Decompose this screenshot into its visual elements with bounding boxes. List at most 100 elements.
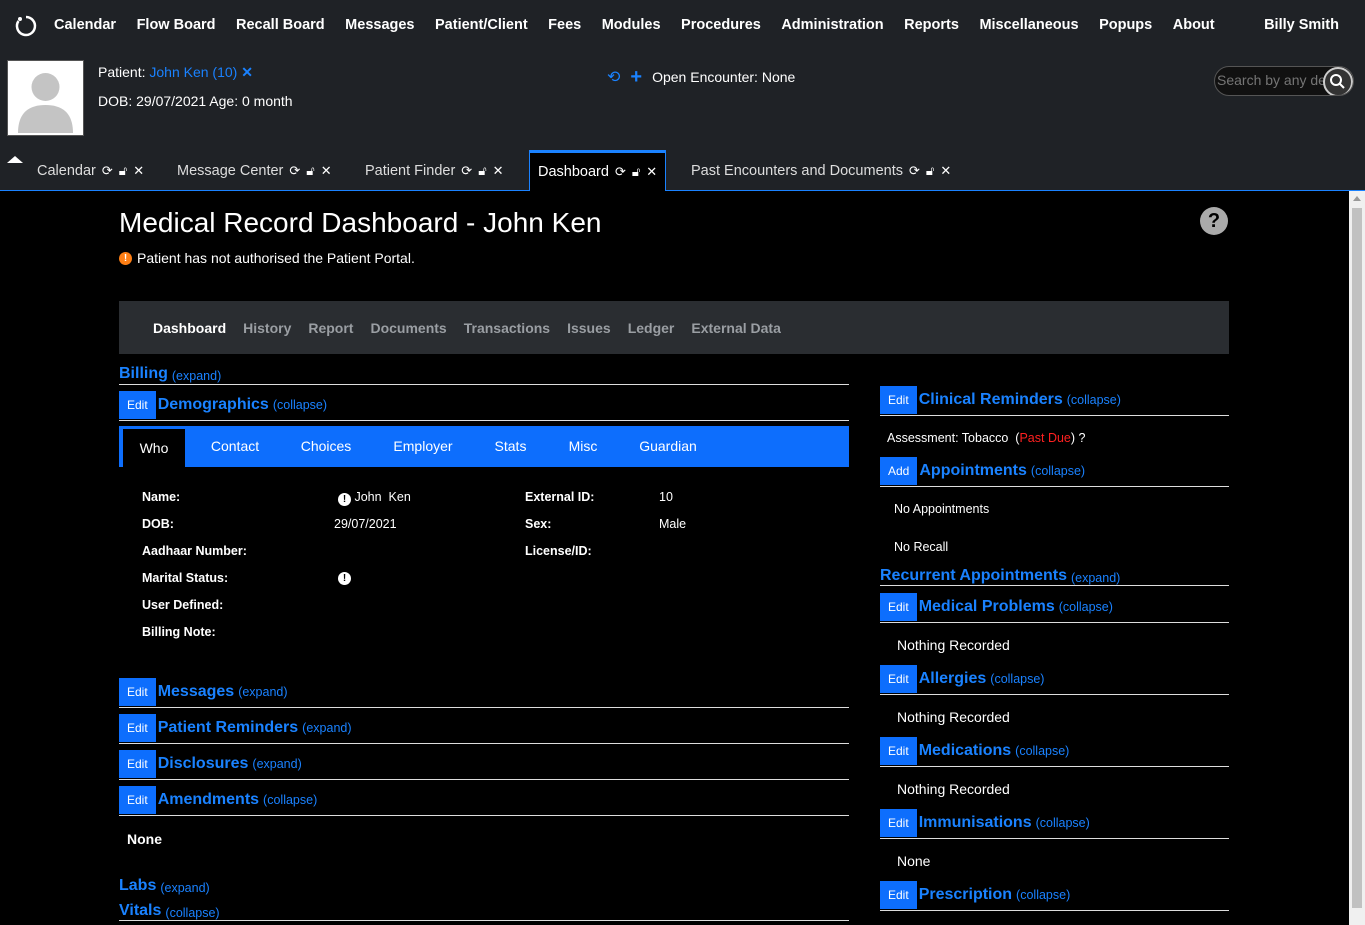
menu-messages[interactable]: Messages: [345, 17, 414, 33]
subnav-transactions[interactable]: Transactions: [464, 320, 550, 336]
medications-toggle[interactable]: (collapse): [1015, 744, 1069, 758]
allergies-title[interactable]: Allergies: [919, 670, 987, 688]
disclosures-title[interactable]: Disclosures: [158, 755, 249, 773]
demo-tab-stats[interactable]: Stats: [483, 426, 538, 467]
amendments-title[interactable]: Amendments: [158, 791, 259, 809]
medications-title[interactable]: Medications: [919, 742, 1011, 760]
menu-patient-client[interactable]: Patient/Client: [435, 17, 528, 33]
vitals-title[interactable]: Vitals: [119, 902, 161, 920]
prescription-toggle[interactable]: (collapse): [1016, 888, 1070, 902]
recurrent-toggle[interactable]: (expand): [1071, 571, 1120, 585]
marital-info-icon[interactable]: !: [338, 569, 351, 585]
help-icon[interactable]: ?: [1200, 207, 1228, 235]
problems-title[interactable]: Medical Problems: [919, 598, 1055, 616]
appointments-toggle[interactable]: (collapse): [1031, 464, 1085, 478]
menu-administration[interactable]: Administration: [781, 17, 883, 33]
demographics-title[interactable]: Demographics: [158, 396, 269, 414]
problems-toggle[interactable]: (collapse): [1059, 600, 1113, 614]
refresh-icon[interactable]: ⟳: [909, 163, 920, 179]
subnav-history[interactable]: History: [243, 320, 291, 336]
immunisations-toggle[interactable]: (collapse): [1036, 816, 1090, 830]
close-icon[interactable]: ✕: [646, 164, 657, 180]
patient-name-link[interactable]: John Ken (10): [149, 64, 237, 80]
lock-icon[interactable]: 🔓︎: [306, 163, 314, 179]
page-scrollbar[interactable]: [1349, 191, 1365, 925]
menu-procedures[interactable]: Procedures: [681, 17, 761, 33]
lock-icon[interactable]: 🔓︎: [632, 164, 640, 180]
demo-tab-guardian[interactable]: Guardian: [628, 426, 708, 467]
history-icon[interactable]: ⟲: [607, 67, 620, 87]
menu-modules[interactable]: Modules: [602, 17, 661, 33]
scroll-up-icon[interactable]: [1353, 196, 1361, 201]
subnav-ledger[interactable]: Ledger: [628, 320, 675, 336]
demo-tab-contact[interactable]: Contact: [199, 426, 271, 467]
allergies-edit-button[interactable]: Edit: [880, 665, 917, 693]
clinical-title[interactable]: Clinical Reminders: [919, 391, 1063, 409]
info-icon[interactable]: !: [338, 572, 351, 585]
recurrent-title[interactable]: Recurrent Appointments: [880, 567, 1067, 585]
labs-toggle[interactable]: (expand): [160, 881, 209, 895]
logo-icon[interactable]: [14, 14, 38, 38]
close-patient-icon[interactable]: ✕: [241, 64, 253, 80]
reminder-help-link[interactable]: ?: [1079, 431, 1086, 445]
patient-search-input[interactable]: [1217, 72, 1335, 88]
medications-edit-button[interactable]: Edit: [880, 737, 917, 765]
close-icon[interactable]: ✕: [133, 163, 144, 179]
scrollbar-thumb[interactable]: [1352, 208, 1362, 908]
menu-fees[interactable]: Fees: [548, 17, 581, 33]
prescription-edit-button[interactable]: Edit: [880, 881, 917, 909]
search-button[interactable]: [1323, 67, 1353, 95]
subnav-external-data[interactable]: External Data: [691, 320, 780, 336]
messages-title[interactable]: Messages: [158, 683, 235, 701]
refresh-icon[interactable]: ⟳: [102, 163, 113, 179]
immunisations-title[interactable]: Immunisations: [919, 814, 1032, 832]
disclosures-toggle[interactable]: (expand): [252, 757, 301, 771]
amendments-toggle[interactable]: (collapse): [263, 793, 317, 807]
refresh-icon[interactable]: ⟳: [615, 164, 626, 180]
menu-flow-board[interactable]: Flow Board: [137, 17, 216, 33]
vitals-toggle[interactable]: (collapse): [165, 906, 219, 920]
demo-tab-who[interactable]: Who: [123, 426, 185, 467]
user-menu[interactable]: Billy Smith: [1264, 17, 1339, 33]
refresh-icon[interactable]: ⟳: [289, 163, 300, 179]
menu-reports[interactable]: Reports: [904, 17, 959, 33]
subnav-dashboard[interactable]: Dashboard: [153, 320, 226, 336]
menu-popups[interactable]: Popups: [1099, 17, 1152, 33]
prescription-title[interactable]: Prescription: [919, 886, 1012, 904]
close-icon[interactable]: ✕: [493, 163, 504, 179]
billing-title[interactable]: Billing: [119, 365, 168, 383]
refresh-icon[interactable]: ⟳: [461, 163, 472, 179]
subnav-report[interactable]: Report: [308, 320, 353, 336]
tab-patient-finder[interactable]: Patient Finder ⟳ 🔓︎ ✕: [357, 150, 512, 191]
labs-title[interactable]: Labs: [119, 877, 156, 895]
demographics-edit-button[interactable]: Edit: [119, 391, 156, 419]
messages-edit-button[interactable]: Edit: [119, 678, 156, 706]
reminders-title[interactable]: Patient Reminders: [158, 719, 298, 737]
billing-toggle[interactable]: (expand): [172, 369, 221, 383]
appointments-title[interactable]: Appointments: [919, 462, 1027, 480]
amendments-edit-button[interactable]: Edit: [119, 786, 156, 814]
tab-dashboard[interactable]: Dashboard ⟳ 🔓︎ ✕: [529, 150, 667, 191]
allergies-toggle[interactable]: (collapse): [990, 672, 1044, 686]
tab-past-encounters[interactable]: Past Encounters and Documents ⟳ 🔓︎ ✕: [683, 150, 959, 191]
lock-icon[interactable]: 🔓︎: [119, 163, 127, 179]
subnav-documents[interactable]: Documents: [370, 320, 446, 336]
close-icon[interactable]: ✕: [940, 163, 951, 179]
menu-about[interactable]: About: [1173, 17, 1215, 33]
clinical-toggle[interactable]: (collapse): [1067, 393, 1121, 407]
demographics-toggle[interactable]: (collapse): [273, 398, 327, 412]
tab-message-center[interactable]: Message Center ⟳ 🔓︎ ✕: [169, 150, 340, 191]
demo-tab-choices[interactable]: Choices: [289, 426, 363, 467]
lock-icon[interactable]: 🔓︎: [926, 163, 934, 179]
disclosures-edit-button[interactable]: Edit: [119, 750, 156, 778]
messages-toggle[interactable]: (expand): [238, 685, 287, 699]
appointments-add-button[interactable]: Add: [880, 457, 918, 485]
new-encounter-icon[interactable]: +: [630, 67, 642, 87]
menu-miscellaneous[interactable]: Miscellaneous: [979, 17, 1078, 33]
clinical-edit-button[interactable]: Edit: [880, 386, 917, 414]
reminders-edit-button[interactable]: Edit: [119, 714, 156, 742]
close-icon[interactable]: ✕: [321, 163, 332, 179]
reminders-toggle[interactable]: (expand): [302, 721, 351, 735]
demo-tab-employer[interactable]: Employer: [381, 426, 465, 467]
problems-edit-button[interactable]: Edit: [880, 593, 917, 621]
